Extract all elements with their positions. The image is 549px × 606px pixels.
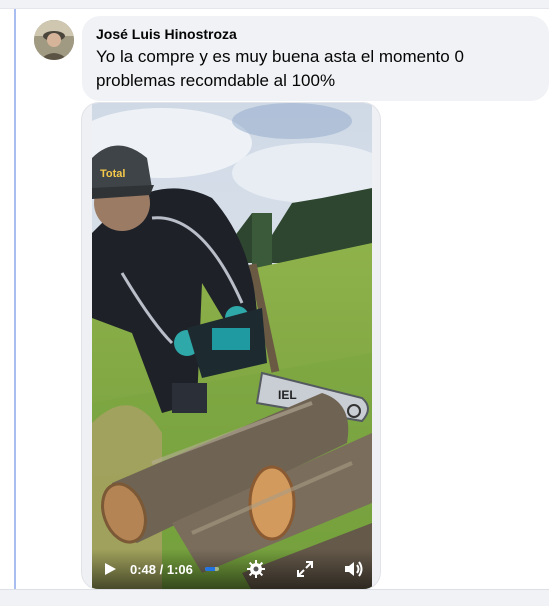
chainsaw-bar-text: IEL bbox=[278, 388, 297, 402]
avatar[interactable] bbox=[34, 20, 74, 60]
video-scene: Total IEL bbox=[92, 103, 372, 589]
video-frame: Total IEL bbox=[92, 103, 372, 589]
comment-text: Yo la compre y es muy buena asta el mome… bbox=[96, 47, 464, 90]
fullscreen-icon[interactable] bbox=[293, 557, 317, 581]
video-controls: 0:48 / 1:06 bbox=[92, 549, 372, 589]
avatar-photo bbox=[34, 20, 74, 60]
thread-line bbox=[14, 9, 16, 589]
comment-page: José Luis Hinostroza Yo la compre y es m… bbox=[0, 0, 549, 606]
comment-author[interactable]: José Luis Hinostroza bbox=[96, 25, 535, 43]
volume-icon[interactable] bbox=[342, 557, 366, 581]
time-label: 0:48 / 1:06 bbox=[130, 561, 193, 577]
play-icon[interactable] bbox=[98, 557, 122, 581]
bottom-divider bbox=[0, 589, 549, 606]
top-divider bbox=[0, 0, 549, 9]
comment-bubble: José Luis Hinostroza Yo la compre y es m… bbox=[82, 16, 549, 101]
gear-icon[interactable] bbox=[244, 557, 268, 581]
progress-bar[interactable] bbox=[204, 567, 219, 571]
video-player[interactable]: Total IEL 0:48 / 1:06 bbox=[81, 102, 381, 590]
cap-brand-text: Total bbox=[100, 168, 125, 180]
progress-fill bbox=[204, 567, 216, 571]
